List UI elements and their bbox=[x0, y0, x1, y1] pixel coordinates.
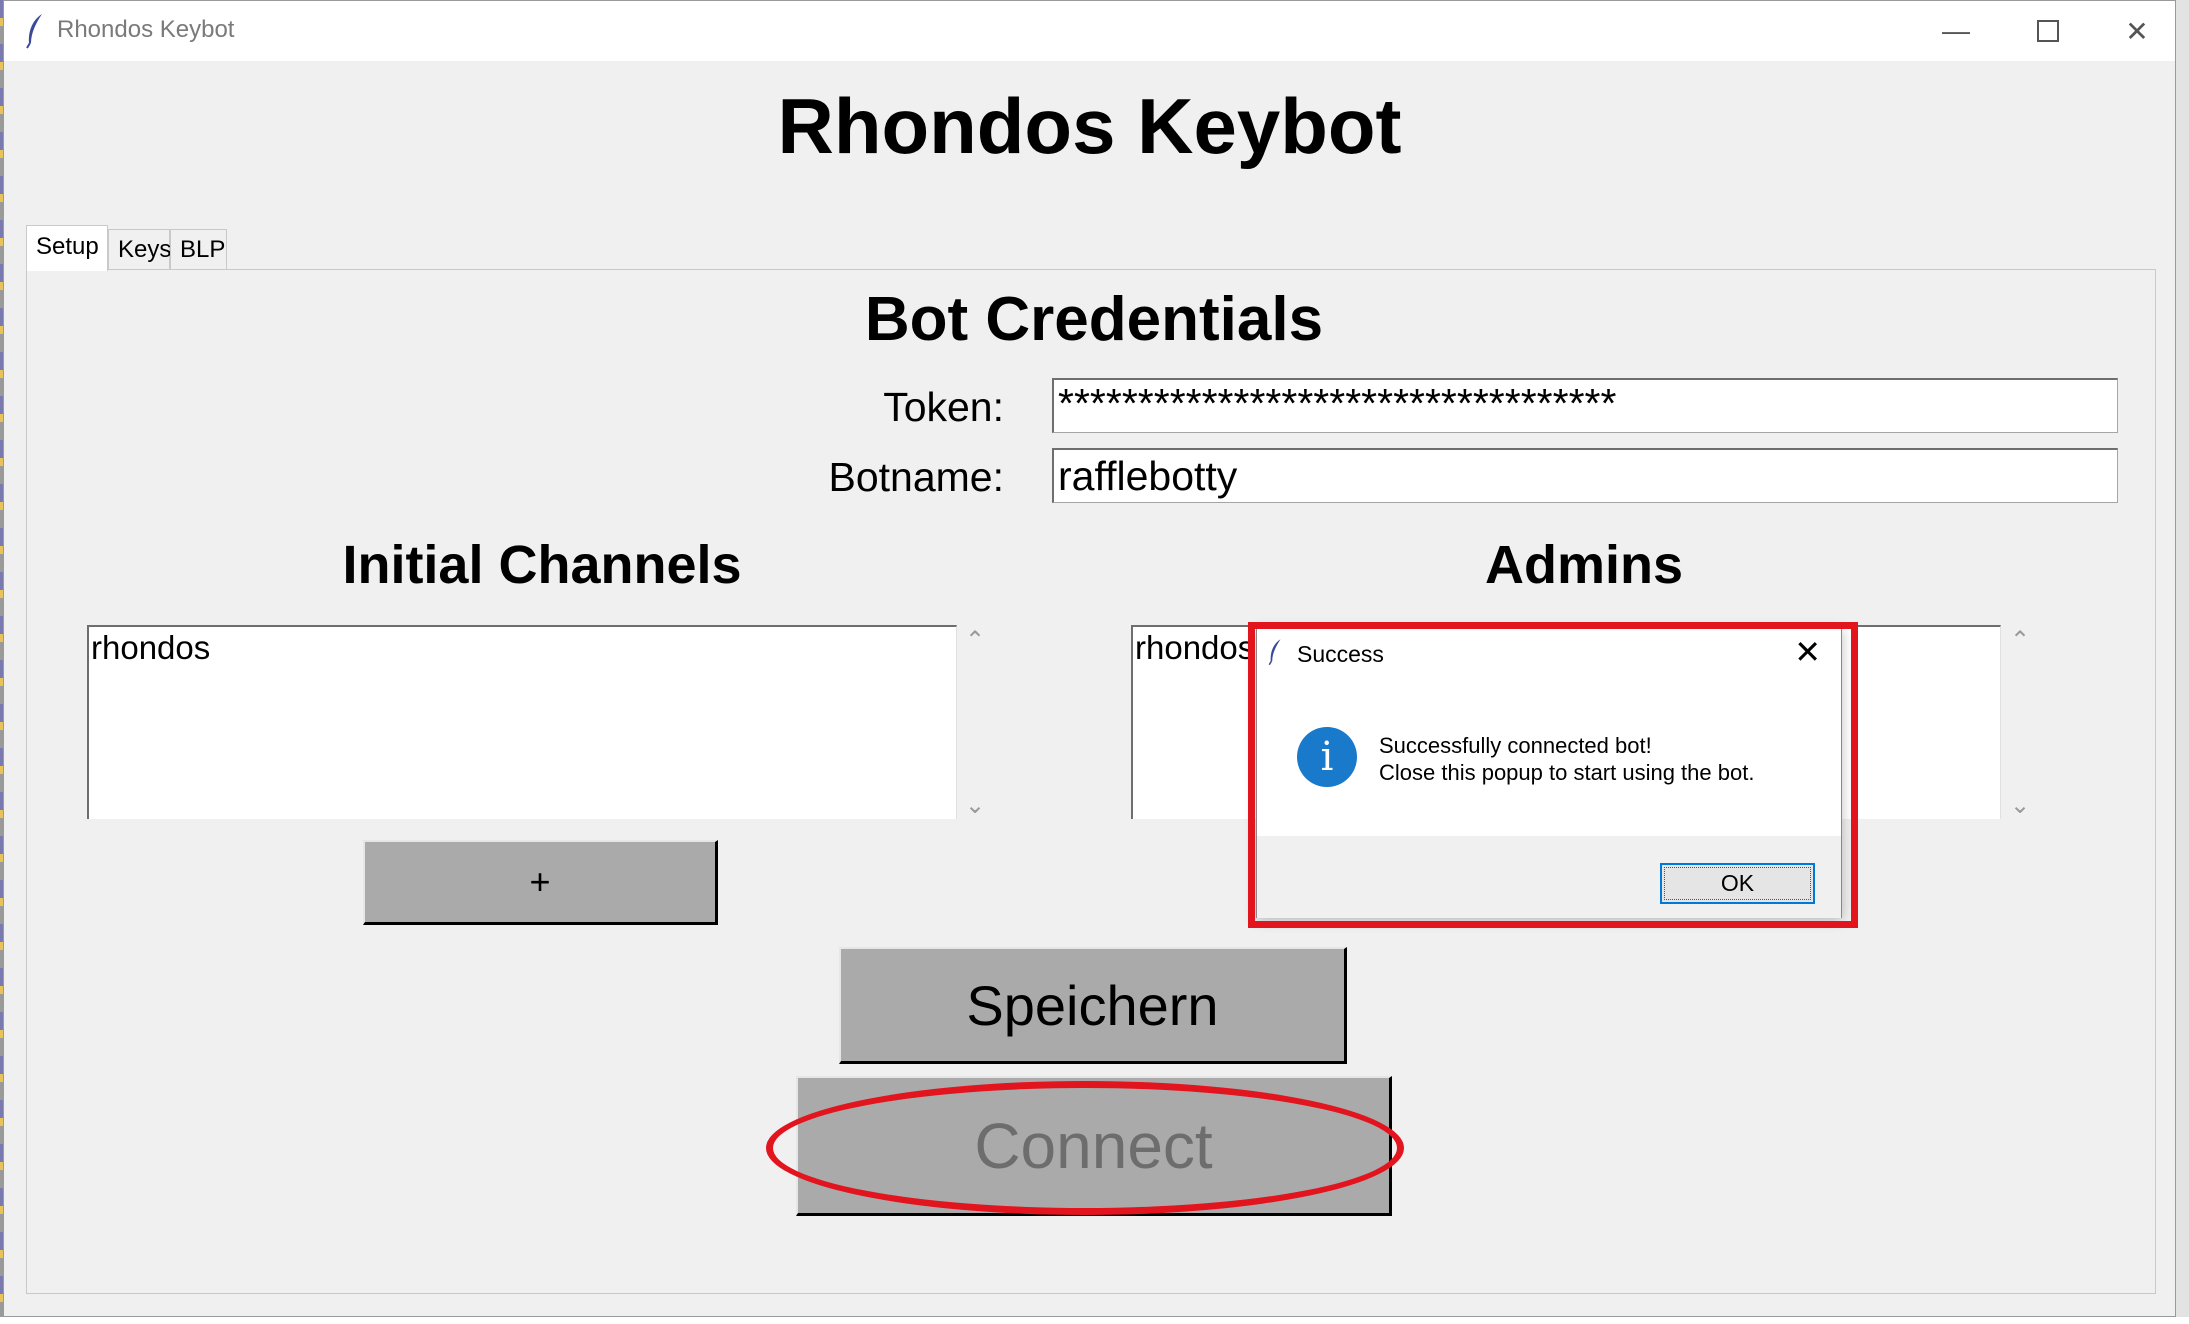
desktop-edge-bottom bbox=[0, 1317, 2189, 1324]
app-title: Rhondos Keybot bbox=[777, 82, 1402, 170]
admins-heading: Admins bbox=[1484, 535, 1684, 595]
feather-icon bbox=[26, 14, 42, 49]
list-item[interactable]: rhondos bbox=[91, 629, 954, 667]
minimize-button[interactable]: — bbox=[1910, 1, 2002, 61]
title-bar: Rhondos Keybot — ✕ bbox=[4, 1, 2175, 61]
admins-scroll-down-icon[interactable]: ⌄ bbox=[2007, 791, 2033, 820]
botname-input[interactable]: rafflebotty bbox=[1052, 448, 2118, 503]
channels-scroll-up-icon[interactable]: ⌃ bbox=[962, 626, 988, 655]
maximize-icon bbox=[2037, 20, 2059, 42]
window-title: Rhondos Keybot bbox=[57, 16, 235, 43]
botname-label: Botname: bbox=[828, 454, 1005, 500]
desktop-edge-right bbox=[2176, 0, 2189, 1324]
annotation-ellipse bbox=[766, 1081, 1404, 1215]
tab-setup[interactable]: Setup bbox=[26, 225, 108, 271]
channels-scroll-down-icon[interactable]: ⌄ bbox=[962, 791, 988, 820]
bot-credentials-heading: Bot Credentials bbox=[864, 285, 1324, 354]
close-window-button[interactable]: ✕ bbox=[2091, 1, 2183, 61]
initial-channels-heading: Initial Channels bbox=[342, 535, 742, 595]
admins-scroll-up-icon[interactable]: ⌃ bbox=[2007, 626, 2033, 655]
minimize-icon: — bbox=[1942, 15, 1970, 46]
annotation-rectangle bbox=[1248, 622, 1858, 928]
close-icon: ✕ bbox=[2125, 15, 2149, 47]
maximize-button[interactable] bbox=[2002, 1, 2094, 61]
channels-list[interactable]: rhondos bbox=[87, 625, 957, 819]
tab-blp[interactable]: BLP bbox=[170, 229, 227, 269]
token-label: Token: bbox=[883, 384, 1004, 430]
token-input[interactable]: *********************************** bbox=[1052, 378, 2118, 433]
save-button[interactable]: Speichern bbox=[839, 947, 1347, 1064]
add-channel-button[interactable]: + bbox=[363, 840, 718, 925]
tab-keys[interactable]: Keys bbox=[108, 229, 171, 269]
